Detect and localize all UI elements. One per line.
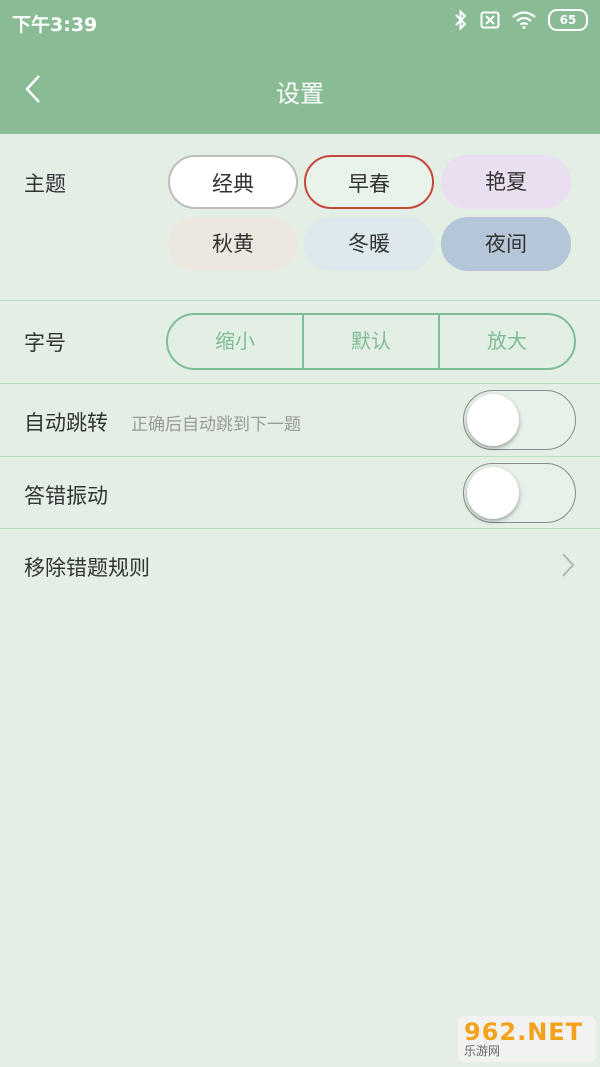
- theme-option-summer[interactable]: 艳夏: [441, 155, 571, 209]
- remove-rule-label[interactable]: 移除错题规则: [24, 552, 150, 582]
- theme-option-early-spring[interactable]: 早春: [304, 155, 434, 209]
- font-size-default[interactable]: 默认: [302, 315, 438, 368]
- theme-option-classic[interactable]: 经典: [168, 155, 298, 209]
- auto-jump-label: 自动跳转: [24, 411, 108, 435]
- divider: [0, 300, 600, 301]
- chevron-right-icon[interactable]: [560, 552, 576, 578]
- header: 设置: [0, 44, 600, 134]
- font-size-larger[interactable]: 放大: [438, 315, 574, 368]
- font-size-smaller[interactable]: 缩小: [168, 315, 302, 368]
- wifi-icon: [512, 11, 536, 29]
- watermark-logo: 962.NET 乐游网: [458, 1016, 596, 1062]
- divider: [0, 528, 600, 529]
- battery-icon: 65: [548, 9, 588, 31]
- divider: [0, 456, 600, 457]
- vibrate-label: 答错振动: [24, 484, 108, 508]
- status-time: 下午3:39: [12, 14, 98, 36]
- toggle-knob: [467, 467, 519, 519]
- auto-jump-description: 正确后自动跳到下一题: [131, 415, 301, 435]
- no-sim-icon: [480, 11, 500, 29]
- font-size-segmented-control: 缩小 默认 放大: [166, 313, 576, 370]
- page-title: 设置: [276, 80, 324, 108]
- vibrate-toggle[interactable]: [463, 463, 576, 523]
- divider: [0, 383, 600, 384]
- auto-jump-toggle[interactable]: [463, 390, 576, 450]
- bluetooth-icon: [455, 9, 467, 31]
- status-bar: 下午3:39 65: [0, 0, 600, 44]
- theme-label: 主题: [24, 172, 66, 196]
- font-size-label: 字号: [24, 331, 66, 355]
- theme-option-winter[interactable]: 冬暖: [304, 217, 434, 271]
- theme-option-night[interactable]: 夜间: [441, 217, 571, 271]
- theme-option-autumn[interactable]: 秋黄: [168, 217, 298, 271]
- toggle-knob: [467, 394, 519, 446]
